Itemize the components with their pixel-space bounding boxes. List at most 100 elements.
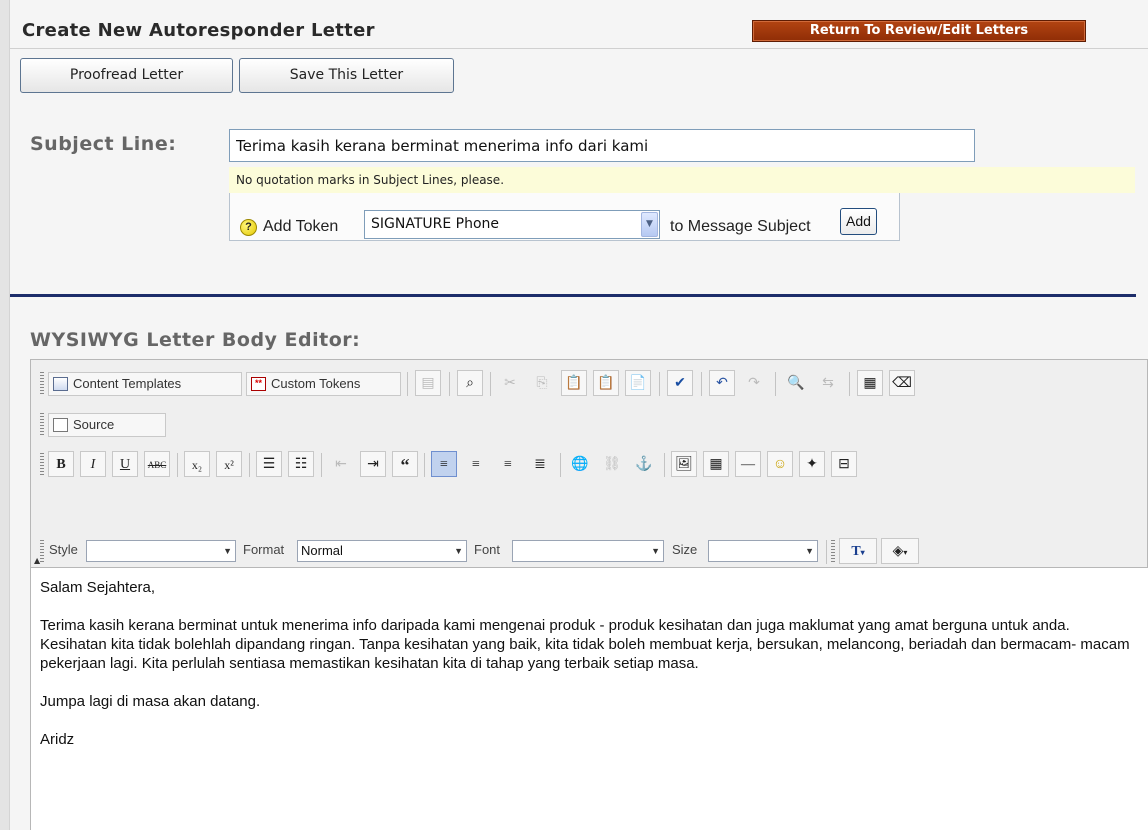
unlink-icon[interactable]: ⛓ [599,451,625,477]
paste-icon[interactable]: 📋 [561,370,587,396]
body-paragraph: Jumpa lagi di masa akan datang. [40,693,261,710]
superscript-icon[interactable]: x² [216,451,242,477]
copy-icon[interactable]: ⎘ [529,370,555,396]
redo-icon[interactable]: ↷ [741,370,767,396]
chevron-down-icon: ▼ [454,546,463,556]
subscript-icon[interactable]: x₂ [184,451,210,477]
cut-icon[interactable]: ✂ [497,370,523,396]
font-label: Font [474,542,501,557]
toolbar-separator [664,453,665,477]
toolbar-separator [449,372,450,396]
return-to-review-button[interactable]: Return To Review/Edit Letters [752,20,1086,42]
toolbar-separator [826,540,827,564]
toolbar-grip[interactable] [40,413,44,435]
select-all-icon[interactable]: ▦ [857,370,883,396]
italic-icon[interactable]: I [80,451,106,477]
token-selected-value: SIGNATURE Phone [371,216,500,232]
indent-icon[interactable]: ⇥ [360,451,386,477]
custom-tokens-button[interactable]: ** Custom Tokens [246,372,401,396]
content-templates-button[interactable]: Content Templates [48,372,242,396]
subject-line-input[interactable] [229,129,975,162]
source-icon [53,418,68,432]
paste-plain-icon[interactable]: ▤ [415,370,441,396]
chevron-down-icon: ▼ [651,546,660,556]
paste-word-icon[interactable]: 📄 [625,370,651,396]
toolbar-separator [407,372,408,396]
to-message-subject-label: to Message Subject [670,218,811,235]
background-color-icon[interactable]: ◈▾ [881,538,919,564]
save-letter-button[interactable]: Save This Letter [239,58,454,93]
subject-line-label: Subject Line: [30,133,177,155]
format-select[interactable]: Normal ▼ [297,540,467,562]
link-icon[interactable]: 🌐 [567,451,593,477]
editor-toolbar: Content Templates ** Custom Tokens ▤ ⌕ ✂… [30,359,1148,567]
blockquote-icon[interactable]: “ [392,451,418,477]
toolbar-separator [849,372,850,396]
editor-label: WYSIWYG Letter Body Editor: [30,329,361,351]
find-icon[interactable]: 🔍 [783,370,809,396]
underline-icon[interactable]: U [112,451,138,477]
text-color-icon[interactable]: T▾ [839,538,877,564]
size-select[interactable]: ▼ [708,540,818,562]
align-right-icon[interactable]: ≡ [495,451,521,477]
align-left-icon[interactable]: ≡ [431,451,457,477]
toolbar-separator [775,372,776,396]
page-break-icon[interactable]: ⊟ [831,451,857,477]
toolbar-separator [560,453,561,477]
left-edge [0,0,10,830]
image-icon[interactable]: 🖼 [671,451,697,477]
style-select[interactable]: ▼ [86,540,236,562]
toolbar-grip[interactable] [40,540,44,562]
letter-body-editor[interactable]: Salam Sejahtera, Terima kasih kerana ber… [30,567,1148,830]
replace-icon[interactable]: ⇆ [815,370,841,396]
outdent-icon[interactable]: ⇤ [328,451,354,477]
source-button[interactable]: Source [48,413,166,437]
add-token-button[interactable]: Add [840,208,877,235]
toolbar-grip[interactable] [40,453,44,475]
special-char-icon[interactable]: ✦ [799,451,825,477]
chevron-down-icon: ▼ [805,546,814,556]
justify-icon[interactable]: ≣ [527,451,553,477]
paste-text-icon[interactable]: 📋 [593,370,619,396]
proofread-letter-button[interactable]: Proofread Letter [20,58,233,93]
title-divider [10,48,1148,49]
bold-icon[interactable]: B [48,451,74,477]
preview-icon[interactable]: ⌕ [457,370,483,396]
collapse-toolbar-icon[interactable]: ▲ [34,556,40,565]
align-center-icon[interactable]: ≡ [463,451,489,477]
body-paragraph: Salam Sejahtera, [40,579,156,596]
toolbar-separator [424,453,425,477]
toolbar-grip[interactable] [40,372,44,394]
toolbar-separator [659,372,660,396]
strikethrough-icon[interactable]: ABC [144,451,170,477]
anchor-icon[interactable]: ⚓ [631,451,657,477]
token-select[interactable]: SIGNATURE Phone ▼ [364,210,660,239]
page-title: Create New Autoresponder Letter [22,20,375,41]
format-label: Format [243,542,285,557]
body-paragraph: Terima kasih kerana berminat untuk mener… [40,617,1130,672]
toolbar-separator [249,453,250,477]
chevron-down-icon[interactable]: ▼ [641,212,658,237]
numbered-list-icon[interactable]: ☰ [256,451,282,477]
subject-hint: No quotation marks in Subject Lines, ple… [229,167,1135,193]
toolbar-separator [701,372,702,396]
undo-icon[interactable]: ↶ [709,370,735,396]
size-label: Size [672,542,698,557]
template-icon [53,377,68,391]
section-divider [10,294,1136,297]
toolbar-separator [490,372,491,396]
remove-format-icon[interactable]: ⌫ [889,370,915,396]
table-icon[interactable]: ▦ [703,451,729,477]
add-token-label: Add Token [263,218,339,235]
add-token-panel: ? Add Token SIGNATURE Phone ▼ to Message… [229,193,900,241]
help-icon[interactable]: ? [240,219,257,236]
style-label: Style [49,542,78,557]
bulleted-list-icon[interactable]: ☷ [288,451,314,477]
spellcheck-icon[interactable]: ✔ [667,370,693,396]
toolbar-separator [321,453,322,477]
font-select[interactable]: ▼ [512,540,664,562]
body-paragraph: Aridz [40,731,75,748]
toolbar-grip[interactable] [831,540,835,562]
smiley-icon[interactable]: ☺ [767,451,793,477]
horizontal-rule-icon[interactable]: ― [735,451,761,477]
